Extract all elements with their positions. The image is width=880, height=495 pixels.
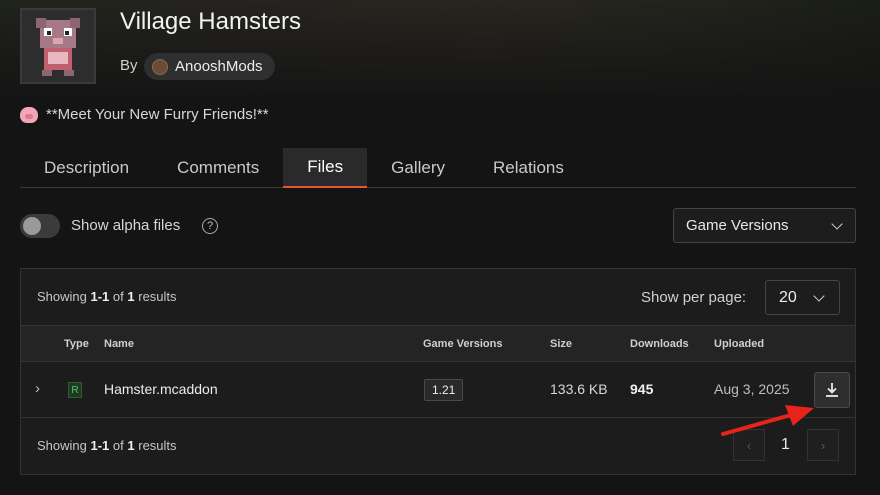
game-versions-select[interactable]: Game Versions — [673, 208, 856, 243]
pig-face-icon — [20, 106, 38, 123]
per-page-label: Show per page: — [641, 289, 747, 306]
col-type[interactable]: Type — [64, 338, 89, 350]
files-panel: Showing 1-1 of 1 results Show per page: … — [20, 268, 856, 475]
author-avatar — [152, 58, 168, 75]
release-type-badge: R — [68, 382, 82, 398]
col-downloads[interactable]: Downloads — [630, 338, 689, 350]
tab-relations[interactable]: Relations — [469, 148, 588, 188]
tab-gallery[interactable]: Gallery — [367, 148, 469, 188]
author-prefix: By — [120, 57, 138, 74]
per-page-select[interactable]: 20 — [765, 280, 840, 315]
project-tabs: Description Comments Files Gallery Relat… — [20, 148, 856, 188]
col-uploaded[interactable]: Uploaded — [714, 338, 764, 350]
show-alpha-label: Show alpha files — [71, 217, 181, 234]
tab-description[interactable]: Description — [20, 148, 153, 188]
results-summary-bottom: Showing 1-1 of 1 results — [37, 438, 177, 453]
summary-text: **Meet Your New Furry Friends!** — [46, 106, 269, 123]
files-table-header: Type Name Game Versions Size Downloads U… — [21, 325, 855, 362]
toggle-knob — [23, 217, 41, 235]
chevron-down-icon — [831, 217, 843, 230]
author-link[interactable]: AnooshMods — [144, 53, 275, 80]
col-size[interactable]: Size — [550, 338, 572, 350]
chevron-right-icon[interactable]: › — [35, 380, 40, 397]
file-size: 133.6 KB — [550, 381, 608, 397]
results-summary-top: Showing 1-1 of 1 results — [37, 289, 177, 304]
game-versions-label: Game Versions — [686, 217, 789, 234]
project-summary: **Meet Your New Furry Friends!** — [20, 106, 269, 123]
help-circle-icon[interactable]: ? — [202, 218, 218, 234]
download-icon — [826, 383, 838, 397]
files-panel-header: Showing 1-1 of 1 results Show per page: … — [21, 269, 855, 325]
author-name: AnooshMods — [175, 58, 263, 75]
file-name[interactable]: Hamster.mcaddon — [104, 381, 218, 397]
chevron-down-icon — [813, 289, 825, 302]
game-version-badge: 1.21 — [424, 379, 464, 401]
annotation-arrow-icon — [721, 405, 814, 436]
tab-comments[interactable]: Comments — [153, 148, 283, 188]
file-uploaded: Aug 3, 2025 — [714, 381, 790, 397]
project-title: Village Hamsters — [120, 8, 301, 35]
file-downloads: 945 — [630, 381, 654, 397]
show-alpha-toggle[interactable] — [20, 214, 60, 238]
tab-files[interactable]: Files — [283, 148, 368, 188]
project-avatar — [20, 8, 96, 84]
col-name[interactable]: Name — [104, 338, 134, 350]
col-game-versions[interactable]: Game Versions — [423, 338, 503, 350]
per-page-value: 20 — [779, 288, 797, 306]
